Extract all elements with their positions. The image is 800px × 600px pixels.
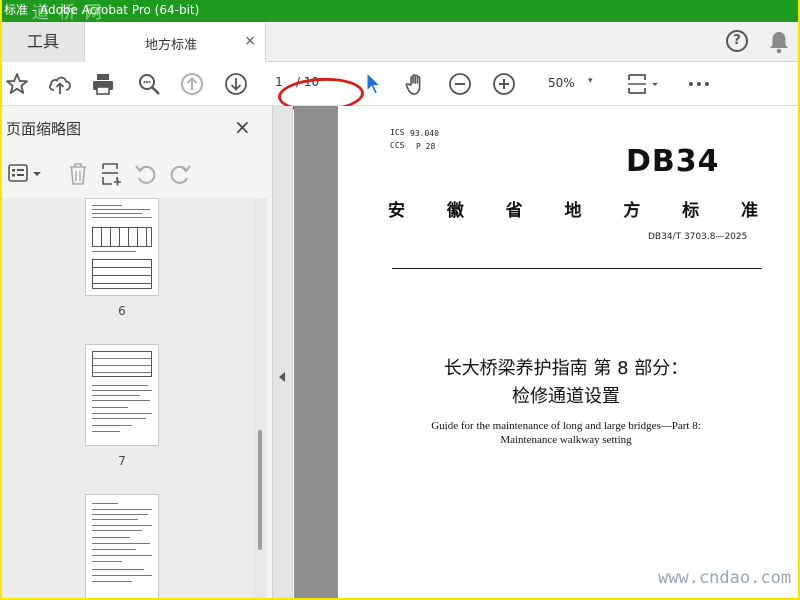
help-icon[interactable]: ?	[726, 30, 748, 52]
document-view: ICS 93.040 CCS P 28 DB34 安 徽 省 地 方 标 准 D…	[294, 106, 798, 598]
zoom-out-icon[interactable]	[447, 71, 473, 97]
app-window: 标准 - Adobe Acrobat Pro (64-bit) 道 桥 网 工具…	[2, 0, 798, 598]
title-bar: 标准 - Adobe Acrobat Pro (64-bit) 道 桥 网	[2, 0, 798, 23]
document-page: ICS 93.040 CCS P 28 DB34 安 徽 省 地 方 标 准 D…	[338, 106, 798, 598]
document-title-en-line2: Maintenance walkway setting	[500, 434, 632, 446]
page-thumbnail[interactable]	[85, 494, 159, 598]
standard-logo: DB34	[626, 144, 720, 179]
zoom-level-select[interactable]: 50%	[548, 76, 575, 90]
collapse-arrow-icon[interactable]	[279, 372, 285, 382]
hand-tool-icon[interactable]	[403, 71, 429, 97]
more-options-icon[interactable]	[686, 71, 712, 97]
next-page-icon[interactable]	[223, 71, 249, 97]
title-char: 标	[682, 201, 700, 221]
tab-document-label: 地方标准	[145, 38, 198, 53]
thumbnail-label: 6	[118, 304, 126, 318]
zoom-search-icon[interactable]	[136, 71, 162, 97]
panel-title: 页面缩略图	[6, 120, 82, 138]
tab-close-button[interactable]: ×	[244, 33, 256, 49]
rotate-clockwise-icon[interactable]	[168, 162, 192, 186]
standard-title: 安 徽 省 地 方 标 准	[388, 196, 758, 221]
star-icon[interactable]	[4, 71, 30, 97]
thumbnail-list: 6 7	[2, 198, 254, 598]
panel-close-button[interactable]: ×	[234, 115, 251, 139]
title-char: 地	[564, 201, 582, 221]
page-thumbnail[interactable]	[85, 344, 159, 446]
thumbnail-label: 7	[118, 454, 126, 468]
trash-icon[interactable]	[66, 161, 90, 187]
document-title-cn: 长大桥梁养护指南 第 8 部分：	[443, 358, 689, 379]
tab-tools[interactable]: 工具	[2, 22, 84, 62]
fit-page-icon[interactable]	[626, 71, 660, 97]
thumbnail-options-icon[interactable]	[8, 162, 44, 186]
panel-splitter[interactable]	[273, 106, 293, 598]
watermark-top: 道 桥 网	[32, 3, 104, 23]
bell-icon[interactable]	[768, 30, 790, 54]
watermark-bottom: www.cndao.com	[658, 568, 792, 588]
title-divider	[392, 268, 762, 269]
toolbar: 1 / 10 50% ▾	[2, 62, 798, 106]
cloud-upload-icon[interactable]	[47, 71, 73, 97]
tab-bar: 工具 地方标准 × ?	[2, 22, 798, 63]
document-title-en: Guide for the maintenance of long and la…	[431, 420, 701, 432]
zoom-in-icon[interactable]	[491, 71, 517, 97]
rotate-counterclockwise-icon[interactable]	[134, 162, 158, 186]
insert-page-icon[interactable]	[100, 161, 124, 187]
title-char: 安	[388, 201, 405, 221]
page-thumbnail[interactable]	[85, 198, 159, 296]
title-char: 徽	[446, 201, 464, 221]
printer-icon[interactable]	[90, 71, 116, 97]
ccs-value: P 28	[416, 142, 436, 151]
panel-toolbar	[2, 152, 273, 196]
title-char: 省	[505, 201, 523, 221]
title-char: 准	[740, 201, 758, 221]
page-thumbnails-panel: 页面缩略图 × 6 7	[2, 106, 273, 598]
standard-number: DB34/T 3703.8—2025	[648, 232, 748, 242]
scrollbar-thumb[interactable]	[258, 430, 262, 550]
previous-page-icon[interactable]	[179, 71, 205, 97]
tab-document[interactable]: 地方标准 ×	[84, 22, 266, 63]
mouse-pointer-icon	[366, 72, 382, 95]
ics-label: ICS	[390, 128, 405, 137]
document-title-cn-line2: 检修通道设置	[512, 386, 620, 407]
ccs-label: CCS	[390, 141, 405, 150]
chevron-down-icon[interactable]: ▾	[588, 76, 593, 86]
ics-value: 93.040	[410, 129, 439, 138]
title-char: 方	[623, 201, 641, 221]
